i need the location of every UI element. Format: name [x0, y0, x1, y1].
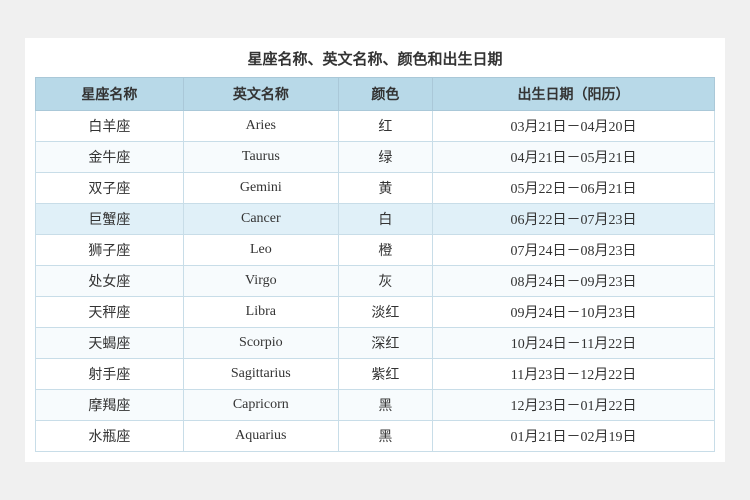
header-en: 英文名称	[183, 78, 338, 111]
table-cell: Libra	[183, 297, 338, 328]
table-row: 射手座Sagittarius紫红11月23日－12月22日	[36, 359, 715, 390]
table-cell: 黄	[338, 173, 432, 204]
table-cell: Aquarius	[183, 421, 338, 452]
table-cell: 黑	[338, 390, 432, 421]
table-cell: 10月24日－11月22日	[432, 328, 714, 359]
table-cell: Leo	[183, 235, 338, 266]
zodiac-table: 星座名称 英文名称 颜色 出生日期（阳历） 白羊座Aries红03月21日－04…	[35, 77, 715, 452]
table-cell: 04月21日－05月21日	[432, 142, 714, 173]
table-cell: 白羊座	[36, 111, 184, 142]
table-cell: 11月23日－12月22日	[432, 359, 714, 390]
table-cell: 双子座	[36, 173, 184, 204]
table-cell: Taurus	[183, 142, 338, 173]
table-cell: 12月23日－01月22日	[432, 390, 714, 421]
header-color: 颜色	[338, 78, 432, 111]
table-cell: Capricorn	[183, 390, 338, 421]
table-cell: 巨蟹座	[36, 204, 184, 235]
table-cell: Sagittarius	[183, 359, 338, 390]
page-title: 星座名称、英文名称、颜色和出生日期	[35, 48, 715, 69]
table-row: 金牛座Taurus绿04月21日－05月21日	[36, 142, 715, 173]
table-row: 狮子座Leo橙07月24日－08月23日	[36, 235, 715, 266]
header-zh: 星座名称	[36, 78, 184, 111]
table-cell: 06月22日－07月23日	[432, 204, 714, 235]
table-cell: 淡红	[338, 297, 432, 328]
table-row: 天蝎座Scorpio深红10月24日－11月22日	[36, 328, 715, 359]
table-row: 白羊座Aries红03月21日－04月20日	[36, 111, 715, 142]
table-cell: 紫红	[338, 359, 432, 390]
table-cell: 绿	[338, 142, 432, 173]
table-cell: 红	[338, 111, 432, 142]
table-cell: 黑	[338, 421, 432, 452]
table-cell: Gemini	[183, 173, 338, 204]
table-cell: Scorpio	[183, 328, 338, 359]
header-date: 出生日期（阳历）	[432, 78, 714, 111]
table-cell: 摩羯座	[36, 390, 184, 421]
table-cell: 狮子座	[36, 235, 184, 266]
table-row: 摩羯座Capricorn黑12月23日－01月22日	[36, 390, 715, 421]
main-container: 星座名称、英文名称、颜色和出生日期 星座名称 英文名称 颜色 出生日期（阳历） …	[25, 38, 725, 462]
table-cell: 01月21日－02月19日	[432, 421, 714, 452]
table-row: 天秤座Libra淡红09月24日－10月23日	[36, 297, 715, 328]
table-cell: 金牛座	[36, 142, 184, 173]
table-cell: Virgo	[183, 266, 338, 297]
table-cell: 处女座	[36, 266, 184, 297]
table-cell: Cancer	[183, 204, 338, 235]
table-row: 处女座Virgo灰08月24日－09月23日	[36, 266, 715, 297]
table-cell: 橙	[338, 235, 432, 266]
table-cell: 天蝎座	[36, 328, 184, 359]
table-cell: 09月24日－10月23日	[432, 297, 714, 328]
table-cell: 天秤座	[36, 297, 184, 328]
table-row: 水瓶座Aquarius黑01月21日－02月19日	[36, 421, 715, 452]
table-row: 巨蟹座Cancer白06月22日－07月23日	[36, 204, 715, 235]
table-cell: 白	[338, 204, 432, 235]
table-row: 双子座Gemini黄05月22日－06月21日	[36, 173, 715, 204]
table-cell: 05月22日－06月21日	[432, 173, 714, 204]
table-cell: 射手座	[36, 359, 184, 390]
table-cell: 灰	[338, 266, 432, 297]
table-cell: 深红	[338, 328, 432, 359]
table-cell: 07月24日－08月23日	[432, 235, 714, 266]
table-header-row: 星座名称 英文名称 颜色 出生日期（阳历）	[36, 78, 715, 111]
table-cell: 03月21日－04月20日	[432, 111, 714, 142]
table-cell: 08月24日－09月23日	[432, 266, 714, 297]
table-cell: Aries	[183, 111, 338, 142]
table-cell: 水瓶座	[36, 421, 184, 452]
